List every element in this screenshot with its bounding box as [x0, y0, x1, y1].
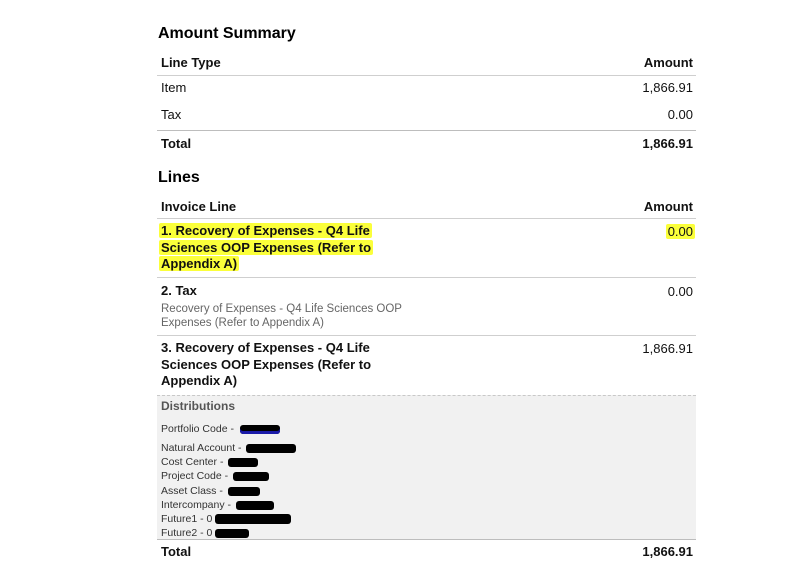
- divider: [157, 75, 696, 76]
- summary-row-type: Item: [161, 80, 187, 95]
- lines-heading: Lines: [158, 169, 200, 186]
- divider: [157, 130, 696, 131]
- summary-row-type: Tax: [161, 107, 182, 122]
- redaction-mark: [239, 424, 280, 434]
- redaction-mark: [227, 486, 260, 496]
- distribution-label: Asset Class -: [161, 485, 223, 497]
- invoice-line-amount: 0.00: [667, 284, 693, 299]
- divider: [157, 335, 696, 336]
- redaction-mark: [235, 500, 274, 510]
- invoice-line-title: 3. Recovery of Expenses - Q4 Life Scienc…: [161, 340, 372, 388]
- invoice-line-title-text: 1. Recovery of Expenses - Q4 Life Scienc…: [159, 223, 374, 271]
- invoice-line-header: Invoice Line: [161, 199, 237, 214]
- distribution-item-project-code: Project Code -: [161, 470, 270, 482]
- amount-header: Amount: [643, 199, 693, 214]
- lines-total-label: Total: [161, 544, 192, 559]
- distribution-label: Project Code -: [161, 470, 229, 482]
- redaction-mark: [246, 443, 297, 453]
- summary-total-amount: 1,866.91: [642, 136, 693, 151]
- divider: [157, 539, 696, 540]
- redaction-mark: [215, 528, 250, 538]
- amount-header: Amount: [643, 55, 693, 70]
- invoice-line-amount: 0.00: [665, 224, 695, 239]
- lines-total-amount: 1,866.91: [642, 544, 693, 559]
- distribution-label: Natural Account -: [161, 442, 242, 454]
- invoice-line-amount-text: 0.00: [665, 224, 695, 239]
- invoice-line-subtitle: Recovery of Expenses - Q4 Life Sciences …: [161, 303, 402, 329]
- distribution-label: Cost Center -: [161, 456, 224, 468]
- distribution-label: Future2 - 0: [161, 527, 213, 539]
- distribution-item-portfolio-code: Portfolio Code -: [161, 423, 280, 435]
- distribution-item-cost-center: Cost Center -: [161, 456, 259, 468]
- summary-row-amount: 0.00: [667, 107, 693, 122]
- redaction-mark: [233, 471, 270, 481]
- distributions-panel: Distributions Portfolio Code - Natural A…: [157, 395, 696, 540]
- divider: [157, 218, 696, 219]
- summary-total-label: Total: [161, 136, 192, 151]
- redaction-mark: [228, 457, 259, 467]
- distribution-label: Intercompany -: [161, 499, 232, 511]
- line-type-header: Line Type: [161, 55, 221, 70]
- distribution-label: Future1 - 0: [161, 513, 213, 525]
- summary-row-amount: 1,866.91: [642, 80, 693, 95]
- distribution-item-future2: Future2 - 0: [161, 527, 250, 539]
- invoice-line-title: 2. Tax: [161, 283, 197, 298]
- invoice-line-title: 1. Recovery of Expenses - Q4 Life Scienc…: [159, 223, 411, 273]
- distribution-item-asset-class: Asset Class -: [161, 485, 260, 497]
- distribution-item-intercompany: Intercompany -: [161, 499, 274, 511]
- distributions-heading: Distributions: [161, 399, 235, 413]
- distribution-item-future1: Future1 - 0: [161, 513, 292, 525]
- invoice-line-amount: 1,866.91: [642, 341, 693, 356]
- amount-summary-heading: Amount Summary: [158, 25, 296, 42]
- distribution-label: Portfolio Code -: [161, 423, 234, 435]
- redaction-mark: [215, 514, 292, 525]
- distribution-item-natural-account: Natural Account -: [161, 442, 297, 454]
- divider: [157, 277, 696, 278]
